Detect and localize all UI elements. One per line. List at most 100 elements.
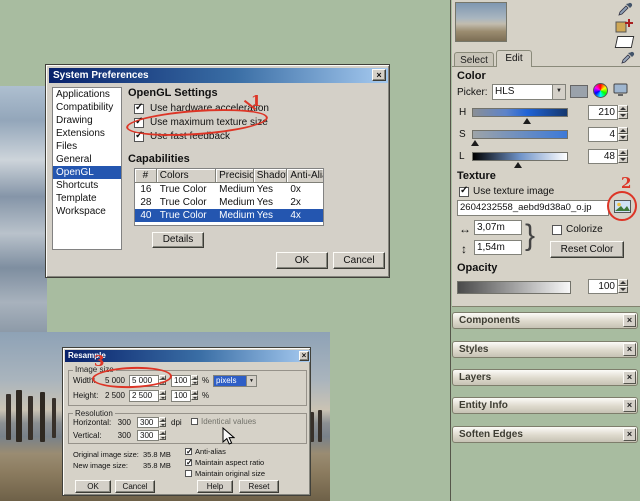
match-screen-color-icon[interactable] [613, 82, 629, 98]
color-wheel-icon[interactable] [593, 83, 608, 98]
tab-select[interactable]: Select [454, 52, 494, 67]
saturation-slider[interactable] [472, 130, 568, 139]
category-files[interactable]: Files [53, 140, 121, 153]
vertical-input[interactable]: 300 [137, 430, 159, 441]
maintain-original-size-label: Maintain original size [195, 469, 265, 478]
texture-height-field[interactable]: 1,54m [474, 240, 522, 255]
column-header-antialias[interactable]: Anti-Alias [287, 169, 323, 183]
saturation-stepper[interactable] [618, 127, 628, 141]
anti-alias-checkbox[interactable] [185, 448, 192, 455]
vertical-stepper[interactable] [159, 430, 166, 441]
colorize-checkbox[interactable] [552, 225, 562, 235]
tray-styles[interactable]: Styles × [452, 341, 638, 358]
category-extensions[interactable]: Extensions [53, 127, 121, 140]
saturation-value-field[interactable]: 4 [588, 127, 618, 142]
vertical-label: Vertical: [73, 431, 101, 440]
chevron-down-icon[interactable]: ▼ [246, 376, 256, 386]
horizontal-input[interactable]: 300 [137, 417, 159, 428]
hue-slider-thumb[interactable] [523, 118, 531, 124]
material-preview-thumbnail[interactable] [455, 2, 507, 42]
category-applications[interactable]: Applications [53, 88, 121, 101]
details-label: Details [163, 234, 194, 245]
hue-slider[interactable] [472, 108, 568, 117]
use-texture-image-checkbox[interactable] [459, 187, 469, 197]
table-row-selected[interactable]: 40 True Color Medium Yes 4x [135, 209, 323, 222]
preferences-titlebar[interactable]: System Preferences × [49, 68, 388, 83]
column-header-precision[interactable]: Precision [216, 169, 254, 183]
opacity-slider[interactable] [457, 281, 571, 294]
ok-button[interactable]: OK [75, 480, 111, 493]
tray-soften-edges[interactable]: Soften Edges × [452, 426, 638, 443]
lightness-slider[interactable] [472, 152, 568, 161]
cancel-button[interactable]: Cancel [115, 480, 155, 493]
hue-value-field[interactable]: 210 [588, 105, 618, 120]
units-dropdown[interactable]: pixels ▼ [213, 375, 257, 387]
close-icon[interactable]: × [623, 314, 636, 327]
aspect-link-brace-icon[interactable]: } [525, 216, 535, 256]
close-icon[interactable]: × [623, 399, 636, 412]
sample-paint-icon[interactable] [620, 50, 636, 66]
category-template[interactable]: Template [53, 192, 121, 205]
column-header-colors[interactable]: Colors [157, 169, 216, 183]
opacity-stepper[interactable] [618, 279, 628, 293]
lightness-slider-thumb[interactable] [514, 162, 522, 168]
hue-stepper[interactable] [618, 105, 628, 119]
annotation-number-2: 2 [621, 174, 631, 192]
display-secondary-pane-icon[interactable] [616, 2, 634, 18]
texture-height-icon: ↕ [461, 242, 467, 256]
close-icon[interactable]: × [623, 371, 636, 384]
column-header-num[interactable]: # [135, 169, 157, 183]
height-percent-input[interactable]: 100 [171, 390, 191, 402]
tray-components[interactable]: Components × [452, 312, 638, 329]
details-button[interactable]: Details [152, 232, 204, 248]
category-opengl[interactable]: OpenGL [53, 166, 121, 179]
lightness-value-field[interactable]: 48 [588, 149, 618, 164]
height-stepper[interactable] [159, 390, 166, 401]
height-percent-stepper[interactable] [191, 390, 198, 401]
create-material-icon[interactable] [615, 18, 634, 34]
close-icon[interactable]: × [623, 343, 636, 356]
opacity-value-field[interactable]: 100 [588, 279, 618, 294]
close-icon[interactable]: × [372, 69, 386, 81]
close-icon[interactable]: × [299, 351, 309, 361]
width-percent-stepper[interactable] [191, 375, 198, 386]
dpi-label: dpi [171, 418, 182, 427]
help-button[interactable]: Help [197, 480, 233, 493]
cell-precision: Medium [216, 209, 254, 222]
column-header-shadows[interactable]: Shadows [254, 169, 288, 183]
cancel-button[interactable]: Cancel [333, 252, 385, 269]
category-workspace[interactable]: Workspace [53, 205, 121, 218]
capabilities-table: # Colors Precision Shadows Anti-Alias 16… [134, 168, 324, 226]
saturation-slider-thumb[interactable] [471, 140, 479, 146]
table-row[interactable]: 28 True Color Medium Yes 2x [135, 196, 323, 209]
lightness-stepper[interactable] [618, 149, 628, 163]
category-compatibility[interactable]: Compatibility [53, 101, 121, 114]
category-shortcuts[interactable]: Shortcuts [53, 179, 121, 192]
tray-layers-title: Layers [459, 372, 491, 383]
texture-filename-field[interactable]: 2604232558_aebd9d38a0_o.jp [457, 200, 609, 216]
height-input[interactable]: 2 500 [129, 390, 159, 402]
width-percent-input[interactable]: 100 [171, 375, 191, 387]
category-general[interactable]: General [53, 153, 121, 166]
reset-button[interactable]: Reset [239, 480, 279, 493]
tray-entity-info[interactable]: Entity Info × [452, 397, 638, 414]
table-row[interactable]: 16 True Color Medium Yes 0x [135, 183, 323, 196]
ok-button[interactable]: OK [276, 252, 328, 269]
cell-colors: True Color [157, 196, 216, 209]
annotation-circle-2 [607, 191, 637, 221]
identical-values-checkbox[interactable] [191, 418, 198, 425]
horizontal-stepper[interactable] [159, 417, 166, 428]
category-drawing[interactable]: Drawing [53, 114, 121, 127]
tab-edit[interactable]: Edit [496, 50, 532, 67]
close-icon[interactable]: × [623, 428, 636, 441]
texture-width-field[interactable]: 3,07m [474, 220, 522, 235]
tray-layers[interactable]: Layers × [452, 369, 638, 386]
maintain-original-size-checkbox[interactable] [185, 470, 192, 477]
tray-styles-title: Styles [459, 344, 488, 355]
picker-dropdown[interactable]: HLS ▼ [492, 84, 566, 100]
hardware-acceleration-checkbox[interactable] [134, 104, 144, 114]
reset-color-button[interactable]: Reset Color [550, 241, 624, 258]
hue-slider-label: H [459, 107, 466, 118]
chevron-down-icon[interactable]: ▼ [552, 85, 565, 99]
maintain-aspect-checkbox[interactable] [185, 459, 192, 466]
